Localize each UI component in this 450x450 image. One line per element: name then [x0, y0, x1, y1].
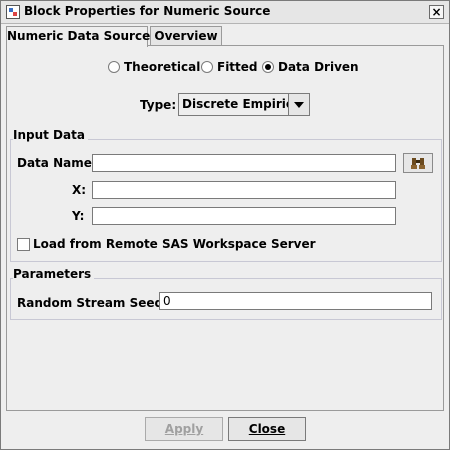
type-select-value: Discrete Empirical [182, 97, 306, 111]
window-title: Block Properties for Numeric Source [24, 4, 271, 18]
load-remote-checkbox[interactable] [17, 238, 30, 251]
input-data-title: Input Data [13, 128, 88, 142]
y-field[interactable] [92, 207, 396, 225]
radio-data-driven[interactable] [262, 61, 274, 73]
chevron-down-icon[interactable] [288, 94, 309, 115]
close-button[interactable]: Close [228, 417, 306, 441]
type-label: Type: [140, 98, 177, 112]
type-select[interactable]: Discrete Empirical [178, 93, 310, 116]
seed-field[interactable]: 0 [159, 292, 432, 310]
parameters-title: Parameters [13, 267, 95, 281]
tab-overview[interactable]: Overview [150, 26, 222, 46]
tab-panel: Theoretical Fitted Data Driven Type: Dis… [6, 45, 444, 411]
radio-selected-dot [265, 64, 271, 70]
title-bar[interactable]: Block Properties for Numeric Source × [1, 1, 449, 24]
radio-fitted-label: Fitted [217, 60, 258, 74]
seed-label: Random Stream Seed : [17, 296, 173, 310]
apply-button[interactable]: Apply [145, 417, 223, 441]
binoculars-icon[interactable] [403, 153, 433, 173]
radio-data-driven-label: Data Driven [278, 60, 359, 74]
tab-numeric-data-source[interactable]: Numeric Data Source [6, 26, 150, 47]
close-window-button[interactable]: × [429, 5, 444, 19]
radio-theoretical[interactable] [108, 61, 120, 73]
app-icon [6, 5, 20, 19]
radio-fitted[interactable] [201, 61, 213, 73]
radio-theoretical-label: Theoretical [124, 60, 201, 74]
data-name-field[interactable] [92, 154, 396, 172]
dialog-window: Block Properties for Numeric Source × Nu… [0, 0, 450, 450]
y-label: Y: [72, 209, 85, 223]
load-remote-label: Load from Remote SAS Workspace Server [33, 237, 316, 251]
data-name-label: Data Name: [17, 156, 97, 170]
x-label: X: [72, 183, 87, 197]
x-field[interactable] [92, 181, 396, 199]
